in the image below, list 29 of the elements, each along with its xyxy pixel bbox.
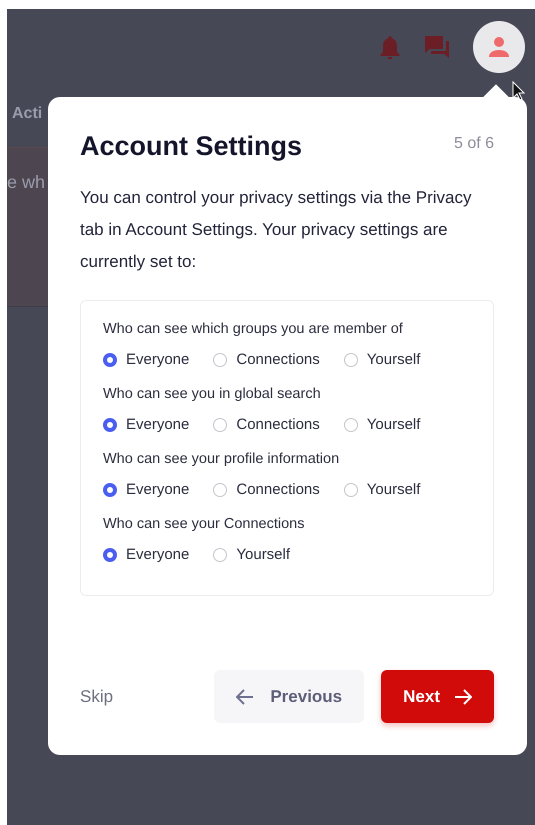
radio-option[interactable]: Connections (213, 351, 320, 368)
user-avatar[interactable] (473, 21, 525, 73)
radio-option[interactable]: Yourself (213, 546, 290, 563)
background-text: e wh (7, 172, 46, 193)
radio-option[interactable]: Yourself (344, 416, 420, 433)
previous-button[interactable]: Previous (214, 670, 364, 723)
radio-option[interactable]: Yourself (344, 351, 420, 368)
background-tab-label: Acti (12, 105, 44, 124)
privacy-question: Who can see your Connections (103, 516, 306, 532)
privacy-question: Who can see which groups you are member of (103, 321, 404, 337)
radio-option[interactable]: Everyone (103, 416, 190, 433)
person-icon (488, 36, 510, 58)
skip-link[interactable]: Skip (80, 686, 114, 706)
privacy-question: Who can see your profile information (103, 451, 340, 467)
radio-option[interactable]: Everyone (103, 351, 190, 368)
privacy-question: Who can see you in global search (103, 386, 322, 402)
radio-option[interactable]: Connections (213, 416, 320, 433)
left-arrow-icon (236, 688, 254, 704)
chat-icon[interactable] (423, 34, 451, 60)
radio-option[interactable]: Everyone (103, 481, 190, 498)
popover-description: You can control your privacy settings via the Privacy tab in Account Settings. Your privacy settings are currently set to: (80, 187, 473, 273)
radio-option[interactable]: Everyone (103, 546, 190, 563)
bell-icon[interactable] (379, 34, 401, 60)
next-button[interactable]: Next (381, 670, 494, 723)
radio-option[interactable]: Yourself (344, 481, 420, 498)
radio-option[interactable]: Connections (213, 481, 320, 498)
step-counter: 5 of 6 (454, 134, 494, 153)
popover-title: Account Settings (80, 131, 302, 162)
right-arrow-icon (454, 688, 472, 704)
